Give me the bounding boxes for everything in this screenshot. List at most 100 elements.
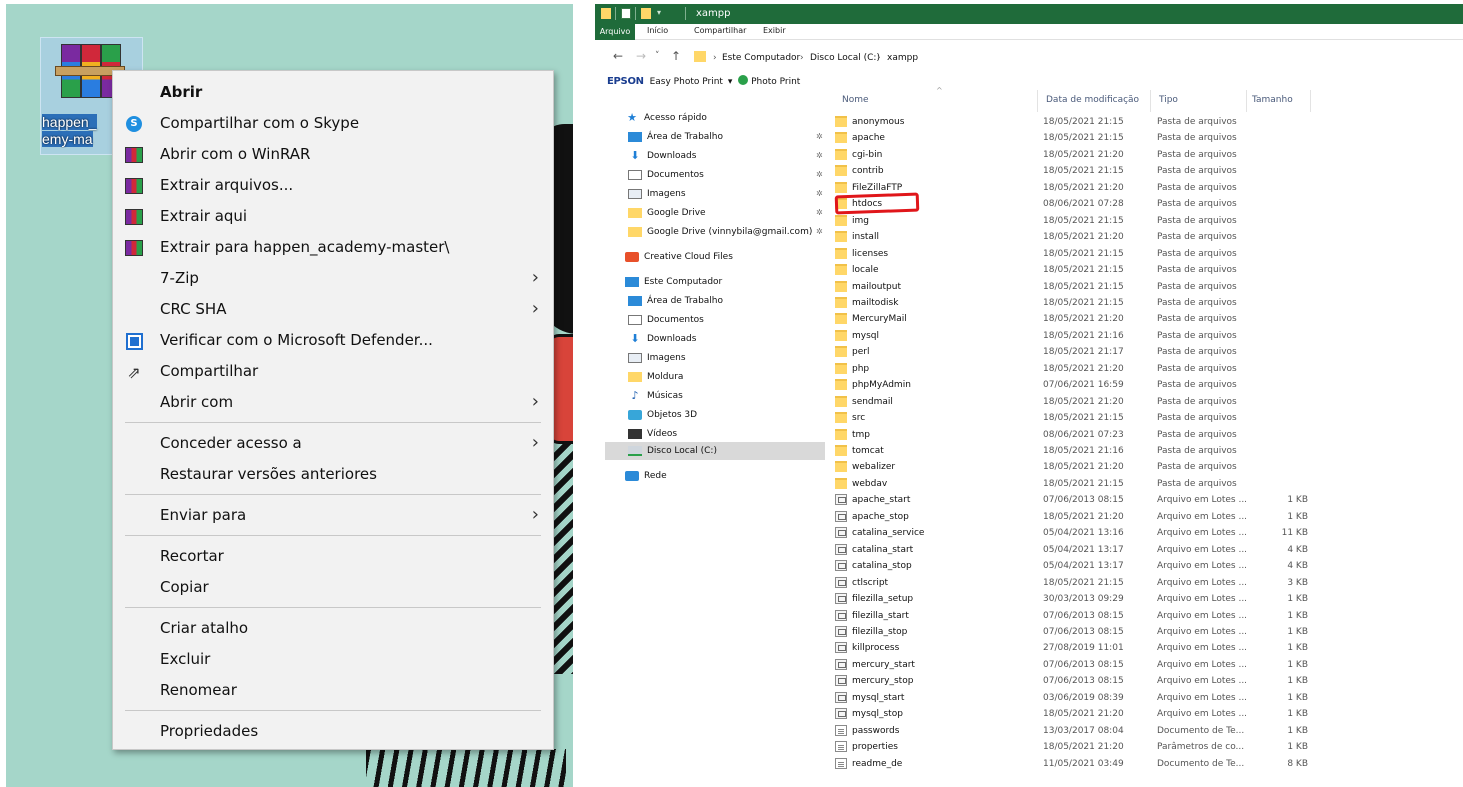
nav-item-imagens[interactable]: Imagens ✲ [628,185,823,203]
new-folder-icon[interactable] [641,8,651,19]
nav-item-imagens[interactable]: Imagens [628,349,686,367]
menu-item-verificar-com-o-microsoft-defender[interactable]: Verificar com o Microsoft Defender... [113,325,553,356]
menu-item-crc-sha[interactable]: CRC SHA › [113,294,553,325]
pin-icon[interactable]: ✲ [816,204,823,222]
nav-item-downloads[interactable]: ⬇ Downloads [628,330,696,348]
folder-row[interactable]: mailoutput 18/05/2021 21:15 Pasta de arqui… [832,279,1332,296]
nav-item-moldura[interactable]: Moldura [628,368,683,386]
recent-chevron-icon[interactable]: ˅ [655,51,660,61]
file-row[interactable]: readme_de 11/05/2021 03:49 Documento de Te… [832,756,1332,773]
folder-row[interactable]: img 18/05/2021 21:15 Pasta de arquivos [832,213,1332,230]
nav-item-este-computador[interactable]: Este Computador [625,273,722,291]
menu-item-conceder-acesso-a[interactable]: Conceder acesso a › [113,428,553,459]
file-row[interactable]: apache_stop 18/05/2021 21:20 Arquivo em Lo… [832,509,1332,526]
breadcrumb-disco-local[interactable]: Disco Local (C:) [810,50,880,66]
nav-item-area-de-trabalho[interactable]: Área de Trabalho ✲ [628,128,823,146]
file-row[interactable]: mysql_start 03/06/2019 08:39 Arquivo em Lo… [832,690,1332,707]
path-box[interactable]: › Este Computador › Disco Local (C:) › x… [693,48,1453,66]
pin-icon[interactable]: ✲ [816,147,823,165]
menu-item-abrir[interactable]: Abrir [113,77,553,108]
nav-item-documentos[interactable]: Documentos [628,311,704,329]
file-row[interactable]: ctlscript 18/05/2021 21:15 Arquivo em Lote… [832,575,1332,592]
menu-item-extrair-para-happen-academy-master[interactable]: Extrair para happen_academy-master\ [113,232,553,263]
folder-row[interactable]: src 18/05/2021 21:15 Pasta de arquivos [832,410,1332,427]
tab-exibir[interactable]: Exibir [763,26,786,35]
nav-item-downloads[interactable]: ⬇ Downloads ✲ [628,147,822,165]
menu-item-renomear[interactable]: Renomear [113,675,553,706]
file-row[interactable]: filezilla_setup 30/03/2013 09:29 Arquivo e… [832,591,1332,608]
menu-item-copiar[interactable]: Copiar [113,572,553,603]
folder-row[interactable]: tmp 08/06/2021 07:23 Pasta de arquivos [832,427,1332,444]
folder-row[interactable]: webalizer 18/05/2021 21:20 Pasta de arquiv… [832,459,1332,476]
folder-row[interactable]: mysql 18/05/2021 21:16 Pasta de arquivos [832,328,1332,345]
menu-item-compartilhar[interactable]: ⇗ Compartilhar [113,356,553,387]
file-row[interactable]: catalina_start 05/04/2021 13:17 Arquivo em… [832,542,1332,559]
folder-row[interactable]: php 18/05/2021 21:20 Pasta de arquivos [832,361,1332,378]
folder-row[interactable]: perl 18/05/2021 21:17 Pasta de arquivos [832,344,1332,361]
breadcrumb-este-computador[interactable]: Este Computador [722,50,800,66]
menu-item-excluir[interactable]: Excluir [113,644,553,675]
menu-item-enviar-para[interactable]: Enviar para › [113,500,553,531]
nav-item-creative-cloud-files[interactable]: Creative Cloud Files [625,248,733,266]
nav-item-musicas[interactable]: ♪ Músicas [628,387,682,405]
pin-icon[interactable]: ✲ [816,185,823,203]
nav-item-google-drive-vinnybila-gmail-com[interactable]: Google Drive (vinnybila@gmail.com) ✲ [628,223,823,241]
file-row[interactable]: catalina_service 05/04/2021 13:16 Arquivo … [832,525,1332,542]
folder-row[interactable]: sendmail 18/05/2021 21:20 Pasta de arquivo… [832,394,1332,411]
folder-row[interactable]: locale 18/05/2021 21:15 Pasta de arquivos [832,262,1332,279]
up-arrow-icon[interactable]: ↑ [671,49,681,63]
menu-item-extrair-arquivos[interactable]: Extrair arquivos... [113,170,553,201]
nav-item-objetos-3d[interactable]: Objetos 3D [628,406,697,424]
menu-item-propriedades[interactable]: Propriedades [113,716,553,747]
breadcrumb-xampp[interactable]: xampp [887,50,918,66]
menu-item-abrir-com-o-winrar[interactable]: Abrir com o WinRAR [113,139,553,170]
file-row[interactable]: filezilla_start 07/06/2013 08:15 Arquivo e… [832,608,1332,625]
menu-item-restaurar-versoes-anteriores[interactable]: Restaurar versões anteriores [113,459,553,490]
column-nome[interactable]: Nome [842,95,869,105]
back-arrow-icon[interactable]: ← [613,49,623,63]
folder-row[interactable]: webdav 18/05/2021 21:15 Pasta de arquivos [832,476,1332,493]
folder-row[interactable]: install 18/05/2021 21:20 Pasta de arquivos [832,229,1332,246]
nav-item-google-drive[interactable]: Google Drive ✲ [628,204,823,222]
tab-arquivo[interactable]: Arquivo [595,24,635,40]
chevron-down-icon[interactable]: ▾ [657,8,667,19]
menu-item-recortar[interactable]: Recortar [113,541,553,572]
folder-row[interactable]: phpMyAdmin 07/06/2021 16:59 Pasta de arqui… [832,377,1332,394]
nav-item-rede[interactable]: Rede [625,467,667,485]
pin-icon[interactable]: ✲ [816,166,823,184]
file-row[interactable]: properties 18/05/2021 21:20 Parâmetros de … [832,739,1332,756]
file-row[interactable]: mercury_stop 07/06/2013 08:15 Arquivo em L… [832,673,1332,690]
file-row[interactable]: catalina_stop 05/04/2021 13:17 Arquivo em … [832,558,1332,575]
forward-arrow-icon[interactable]: → [636,49,646,63]
folder-row[interactable]: apache 18/05/2021 21:15 Pasta de arquivos [832,130,1332,147]
tab-compartilhar[interactable]: Compartilhar [694,26,746,35]
tab-inicio[interactable]: Início [647,26,668,35]
file-row[interactable]: mercury_start 07/06/2013 08:15 Arquivo em … [832,657,1332,674]
easy-photo-print-dropdown[interactable]: ▾ [728,77,733,87]
menu-item-abrir-com[interactable]: Abrir com › [113,387,553,418]
pin-icon[interactable]: ✲ [816,128,823,146]
folder-row[interactable]: contrib 18/05/2021 21:15 Pasta de arquivos [832,163,1332,180]
nav-item-area-de-trabalho[interactable]: Área de Trabalho [628,292,723,310]
properties-icon[interactable] [621,8,631,19]
nav-item-videos[interactable]: Vídeos [628,425,677,443]
nav-item-acesso-rapido[interactable]: ★ Acesso rápido [625,109,707,127]
folder-row[interactable]: MercuryMail 18/05/2021 21:20 Pasta de arqu… [832,311,1332,328]
pin-icon[interactable]: ✲ [816,223,823,241]
column-data-modificacao[interactable]: Data de modificação [1046,95,1139,105]
folder-row[interactable]: mailtodisk 18/05/2021 21:15 Pasta de arqui… [832,295,1332,312]
file-row[interactable]: killprocess 27/08/2019 11:01 Arquivo em Lo… [832,640,1332,657]
menu-item-criar-atalho[interactable]: Criar atalho [113,613,553,644]
column-tipo[interactable]: Tipo [1159,95,1178,105]
file-row[interactable]: apache_start 07/06/2013 08:15 Arquivo em L… [832,492,1332,509]
menu-item-extrair-aqui[interactable]: Extrair aqui [113,201,553,232]
folder-row[interactable]: licenses 18/05/2021 21:15 Pasta de arquivo… [832,246,1332,263]
nav-item-documentos[interactable]: Documentos ✲ [628,166,823,184]
folder-row[interactable]: cgi-bin 18/05/2021 21:20 Pasta de arquivos [832,147,1332,164]
photo-print-button[interactable]: Photo Print [751,77,800,87]
folder-row[interactable]: anonymous 18/05/2021 21:15 Pasta de arquiv… [832,114,1332,131]
column-tamanho[interactable]: Tamanho [1252,95,1293,105]
file-row[interactable]: passwords 13/03/2017 08:04 Documento de Te… [832,723,1332,740]
file-row[interactable]: filezilla_stop 07/06/2013 08:15 Arquivo em… [832,624,1332,641]
easy-photo-print-button[interactable]: Easy Photo Print [650,77,723,87]
